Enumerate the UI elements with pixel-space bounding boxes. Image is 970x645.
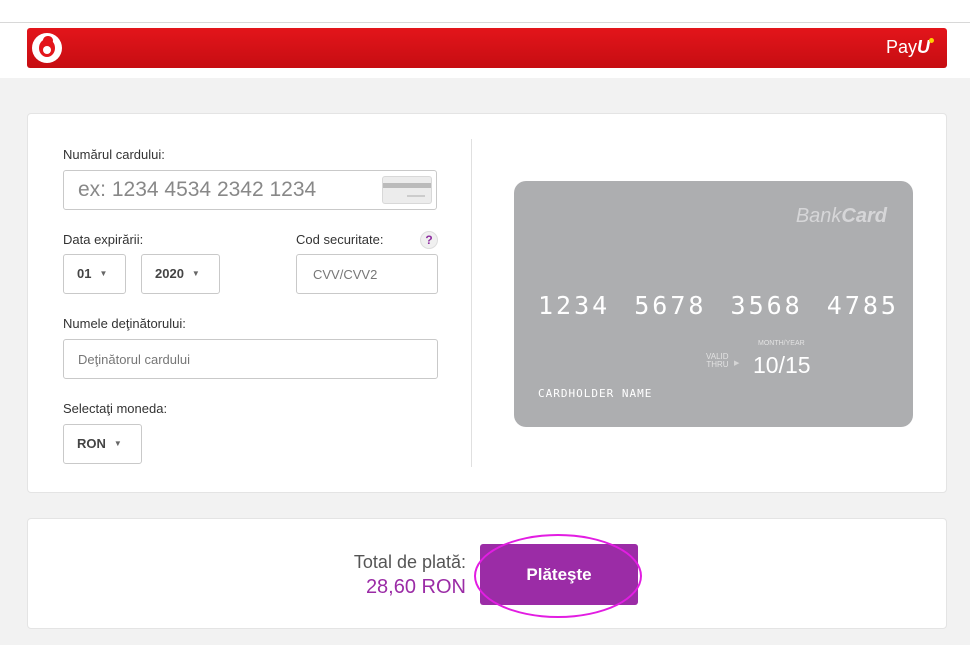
- month-year-label: MONTH/YEAR: [758, 340, 805, 347]
- currency-label: Selectaţi moneda:: [63, 401, 168, 416]
- card-number-input[interactable]: ex: 1234 4534 2342 1234: [63, 170, 437, 210]
- bankcard-logo: BankCard: [795, 205, 887, 227]
- cardholder-input[interactable]: Deţinătorul cardului: [63, 339, 438, 379]
- card-preview-expiry: 10/15: [753, 352, 811, 378]
- panel-divider: [471, 139, 472, 467]
- holder-label: Numele deţinătorului:: [63, 316, 186, 331]
- currency-value: RON: [77, 436, 106, 451]
- card-form-panel: Numărul cardului: ex: 1234 4534 2342 123…: [27, 113, 947, 493]
- credit-card-icon: [382, 176, 432, 204]
- expiry-year-value: 2020: [155, 266, 184, 281]
- holder-placeholder: Deţinătorul cardului: [78, 352, 191, 367]
- card-number-placeholder: ex: 1234 4534 2342 1234: [78, 178, 317, 201]
- pay-button[interactable]: Plăteşte: [480, 544, 638, 605]
- expiry-month-select[interactable]: 01 ▼: [63, 254, 126, 294]
- cvv-placeholder: CVV/CVV2: [313, 267, 378, 282]
- total-value: 28,60 RON: [365, 576, 466, 598]
- cvv-input[interactable]: CVV/CVV2: [296, 254, 438, 294]
- chevron-down-icon: ▼: [99, 269, 108, 278]
- expiry-label: Data expirării:: [63, 232, 144, 247]
- card-preview-holder: CARDHOLDER NAME: [538, 387, 653, 400]
- total-label: Total de plată:: [353, 552, 466, 572]
- header-bar: PayU: [27, 28, 947, 68]
- arrow-right-icon: ▶: [734, 360, 740, 367]
- help-icon[interactable]: ?: [420, 231, 438, 249]
- expiry-month-value: 01: [77, 266, 92, 281]
- payment-panel: Total de plată: 28,60 RON Plăteşte: [27, 518, 947, 629]
- card-preview-number: 1234 5678 3568 4785: [538, 291, 899, 320]
- currency-select[interactable]: RON ▼: [63, 424, 142, 464]
- card-preview: BankCard 1234 5678 3568 4785 VALID THRU ▶…: [514, 181, 913, 427]
- chevron-down-icon: ▼: [191, 269, 200, 278]
- valid-thru-label: VALID THRU: [706, 352, 729, 369]
- top-white-bar: [0, 0, 970, 22]
- vodafone-logo-icon: [32, 33, 62, 63]
- payu-logo: PayU: [886, 37, 935, 58]
- chevron-down-icon: ▼: [113, 439, 122, 448]
- cvv-label: Cod securitate:: [296, 232, 384, 247]
- expiry-year-select[interactable]: 2020 ▼: [141, 254, 220, 294]
- card-number-label: Numărul cardului:: [63, 147, 165, 162]
